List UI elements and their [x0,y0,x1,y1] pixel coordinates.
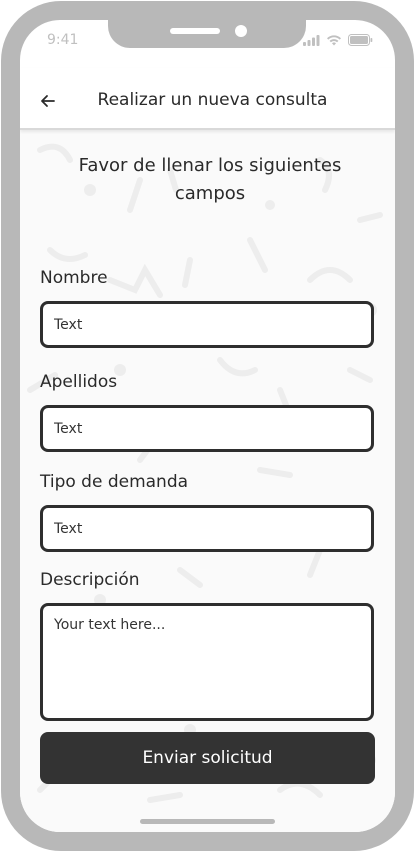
apellidos-label: Apellidos [40,372,118,392]
descripcion-label: Descripción [40,570,140,590]
battery-icon [348,34,373,46]
wifi-icon [327,34,341,45]
descripcion-textarea[interactable] [40,603,374,721]
app-header: Realizar un nueva consulta [20,68,395,130]
nombre-label: Nombre [40,268,108,288]
home-indicator [140,819,275,824]
page-title: Realizar un nueva consulta [97,90,328,110]
phone-notch [108,20,306,48]
front-camera [235,25,247,37]
phone-screen: 9:41 Realizar un nueva consulta Favor de… [20,20,395,832]
status-time: 9:41 [47,32,79,48]
tipo-de-demanda-label: Tipo de demanda [40,472,189,492]
speaker-grille [170,28,220,34]
tipo-de-demanda-input[interactable] [40,505,374,552]
status-icons [303,34,373,46]
form-content: Favor de llenar los siguientes campos No… [20,130,395,832]
apellidos-input[interactable] [40,405,374,452]
signal-icon [303,34,320,46]
nombre-input[interactable] [40,301,374,348]
enviar-solicitud-button[interactable]: Enviar solicitud [40,732,375,784]
form-heading: Favor de llenar los siguientes campos [78,155,342,204]
phone-frame: 9:41 Realizar un nueva consulta Favor de… [0,0,415,852]
